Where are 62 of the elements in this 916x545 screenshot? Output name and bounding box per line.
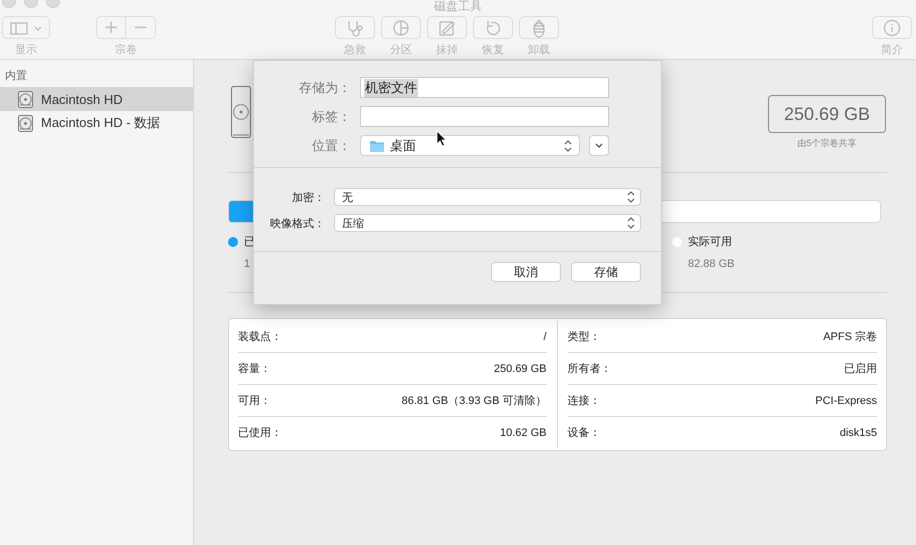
location-popup[interactable]: 桌面 xyxy=(360,135,580,156)
save-button[interactable]: 存储 xyxy=(571,262,641,282)
pointer-icon xyxy=(436,130,447,147)
info-value: disk1s5 xyxy=(840,426,877,438)
info-label: 设备： xyxy=(568,426,600,440)
option-popup[interactable]: 无 xyxy=(334,188,641,206)
info-value: PCI-Express xyxy=(815,394,877,406)
stepper-icon xyxy=(626,190,636,204)
legend-label: 实际可用 xyxy=(688,234,732,249)
pie-chart-icon xyxy=(391,18,411,38)
cancel-button[interactable]: 取消 xyxy=(491,262,561,282)
folder-icon xyxy=(369,139,385,152)
info-value: 已启用 xyxy=(844,362,877,376)
field-label: 位置： xyxy=(311,136,351,154)
toolbar-label: 恢复 xyxy=(482,43,504,57)
text-field[interactable]: 机密文件 xyxy=(360,77,609,98)
sidebar-item[interactable]: Macintosh HD - 数据 xyxy=(0,111,193,135)
chevron-down-icon xyxy=(594,142,604,150)
partition-button[interactable] xyxy=(381,16,421,39)
field-label: 存储为： xyxy=(298,78,351,96)
legend-value: 1 xyxy=(244,258,252,270)
window-title: 磁盘工具 xyxy=(434,0,482,13)
text-field[interactable] xyxy=(360,106,609,127)
restore-button[interactable] xyxy=(473,16,513,39)
info-value: APFS 宗卷 xyxy=(823,330,877,344)
shared-caption: 由5个宗卷共享 xyxy=(797,137,856,150)
toolbar-label: 宗卷 xyxy=(115,42,137,57)
expand-button[interactable] xyxy=(589,135,609,156)
sidebar-item[interactable]: Macintosh HD xyxy=(0,87,193,111)
toolbar-label: 抹掉 xyxy=(436,43,458,57)
sidebar-section-header: 内置 xyxy=(4,69,28,84)
option-label: 加密： xyxy=(291,190,325,204)
info-label: 类型： xyxy=(568,330,600,344)
toolbar-label: 分区 xyxy=(390,43,412,57)
info-value: 10.62 GB xyxy=(500,426,546,438)
info-button[interactable] xyxy=(872,16,912,39)
unmount-button[interactable] xyxy=(519,16,559,39)
toolbar-label: 卸载 xyxy=(528,43,550,57)
info-value: / xyxy=(543,330,546,342)
sidebar-icon xyxy=(8,20,44,36)
legend-value: 82.88 GB xyxy=(688,258,736,270)
toolbar-label: 急救 xyxy=(344,43,366,57)
info-icon xyxy=(882,18,902,38)
erase-button[interactable] xyxy=(427,16,467,39)
capacity-value: 250.69 GB xyxy=(768,95,886,133)
stepper-icon xyxy=(563,138,573,152)
toolbar-label: 简介 xyxy=(881,43,903,57)
info-label: 装载点： xyxy=(238,330,282,344)
info-label: 连接： xyxy=(568,394,600,408)
info-label: 容量： xyxy=(238,362,271,376)
view-button[interactable] xyxy=(2,16,50,39)
option-label: 映像格式： xyxy=(269,216,325,230)
info-value: 250.69 GB xyxy=(494,362,546,374)
option-popup[interactable]: 压缩 xyxy=(334,214,641,232)
info-label: 可用： xyxy=(238,394,271,408)
info-label: 已使用： xyxy=(238,426,282,440)
toolbar-label: 显示 xyxy=(15,43,37,57)
field-label: 标签： xyxy=(311,108,351,126)
info-label: 所有者： xyxy=(568,362,612,376)
info-value: 86.81 GB（3.93 GB 可清除） xyxy=(402,394,546,408)
firstaid-button[interactable] xyxy=(335,16,375,39)
stepper-icon xyxy=(626,216,636,230)
